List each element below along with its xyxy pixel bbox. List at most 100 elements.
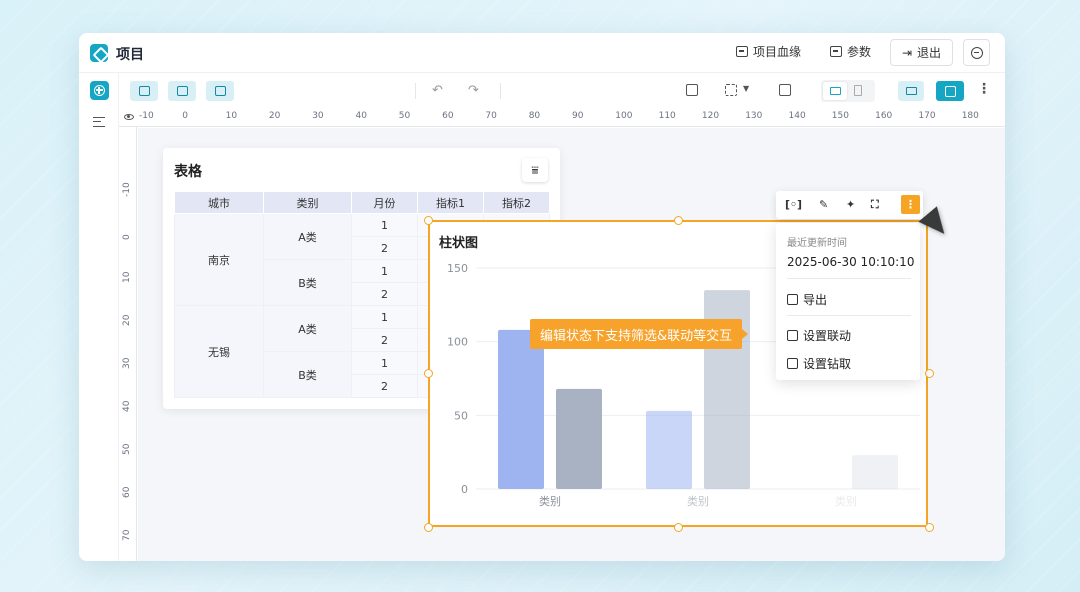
bar[interactable] <box>646 410 692 489</box>
menu-divider <box>787 278 911 279</box>
ruler-tick-label: -10 <box>122 182 132 197</box>
y-tick-label: 50 <box>454 409 468 422</box>
query-component-button[interactable] <box>206 81 234 101</box>
fit-screen-icon[interactable] <box>725 84 737 96</box>
column-header[interactable]: 城市 <box>174 191 264 214</box>
ruler-tick-label: 0 <box>182 111 189 121</box>
resize-handle[interactable] <box>925 523 934 532</box>
ruler-tick-label: 0 <box>122 234 132 240</box>
filter-component-button[interactable] <box>168 81 196 101</box>
month-cell: 2 <box>351 236 418 260</box>
ruler-tick-label: 160 <box>875 111 893 121</box>
month-cell: 1 <box>351 351 418 375</box>
minimize-button[interactable] <box>963 39 990 66</box>
ruler-tick-label: 30 <box>122 357 132 369</box>
ruler-tick-label: 20 <box>268 111 281 121</box>
edit-pen-icon[interactable]: ✎ <box>819 198 828 211</box>
image-icon[interactable] <box>686 84 698 96</box>
table-title: 表格 <box>174 164 202 180</box>
x-tick-label: 类别 <box>835 494 857 508</box>
redo-icon[interactable]: ↷ <box>468 83 479 98</box>
last-update-label: 最近更新时间 <box>787 238 847 249</box>
bar[interactable] <box>556 388 602 489</box>
month-cell: 1 <box>351 305 418 329</box>
ruler-tick-label: 40 <box>355 111 367 121</box>
resize-handle[interactable] <box>674 216 683 225</box>
resize-handle[interactable] <box>424 216 433 225</box>
ruler-tick-label: 60 <box>122 486 132 498</box>
ruler-tick-label: 70 <box>122 529 132 541</box>
undo-icon[interactable]: ↶ <box>432 83 443 98</box>
exit-button[interactable]: ⇥ 退出 <box>890 39 953 66</box>
bar[interactable] <box>852 455 898 489</box>
more-icon[interactable]: ⋮ <box>901 195 920 214</box>
resize-handle[interactable] <box>674 523 683 532</box>
page-title: 项目 <box>116 47 144 63</box>
eye-icon[interactable] <box>124 114 134 120</box>
params-button[interactable]: 参数 <box>830 43 871 60</box>
column-header[interactable]: 月份 <box>351 191 418 214</box>
resize-handle[interactable] <box>424 523 433 532</box>
ruler-tick-label: 130 <box>745 111 763 121</box>
column-header[interactable]: 类别 <box>263 191 352 214</box>
device-switch <box>821 80 875 102</box>
lineage-icon <box>736 46 748 57</box>
x-tick-label: 类别 <box>687 494 709 508</box>
save-icon <box>944 85 956 97</box>
ruler-tick-label: 60 <box>442 111 454 121</box>
layers-icon[interactable] <box>93 117 105 127</box>
last-update-time: 2025-06-30 10:10:10 <box>787 255 915 269</box>
menu-item-linkage[interactable]: 设置联动 <box>787 327 851 344</box>
category-cell: B类 <box>263 351 352 398</box>
project-lineage-button[interactable]: 项目血缘 <box>736 43 801 60</box>
fullscreen-icon[interactable]: ⛶ <box>871 198 879 212</box>
table-filter-button[interactable]: ⩸ <box>522 158 548 182</box>
x-tick-label: 类别 <box>539 494 561 508</box>
exit-label: 退出 <box>917 46 942 60</box>
ruler-tick-label: 50 <box>122 443 132 455</box>
ruler-tick-label: 140 <box>788 111 806 121</box>
menu-item-drill[interactable]: 设置钻取 <box>787 355 851 372</box>
ruler-tick-label: 70 <box>485 111 497 121</box>
ruler-tick-label: 150 <box>831 111 849 121</box>
category-cell: B类 <box>263 259 352 306</box>
month-cell: 1 <box>351 213 418 237</box>
bracket-icon[interactable]: [◦] <box>785 198 802 211</box>
resize-handle[interactable] <box>925 369 934 378</box>
query-component-icon <box>214 86 226 96</box>
drill-icon <box>787 358 798 369</box>
add-component-button[interactable] <box>130 81 158 101</box>
filter-component-icon <box>176 86 188 96</box>
ruler-tick-label: 110 <box>658 111 676 121</box>
save-button[interactable] <box>936 81 964 101</box>
city-cell: 南京 <box>174 213 264 306</box>
menu-item-export[interactable]: 导出 <box>787 291 827 308</box>
chevron-down-icon[interactable]: ▼ <box>743 84 749 93</box>
y-tick-label: 150 <box>447 262 468 275</box>
filter-icon: ⩸ <box>531 162 539 177</box>
project-logo-icon <box>90 44 108 62</box>
ruler-tick-label: 90 <box>572 111 584 121</box>
column-header[interactable]: 指标1 <box>417 191 484 214</box>
add-button[interactable] <box>90 81 109 100</box>
more-icon[interactable]: ⋮ <box>977 81 991 97</box>
category-cell: A类 <box>263 213 352 260</box>
preview-button[interactable] <box>898 81 924 101</box>
sparkle-icon[interactable]: ✦ <box>846 198 855 211</box>
desktop-view-button[interactable] <box>823 82 847 100</box>
column-header[interactable]: 指标2 <box>483 191 550 214</box>
ruler-tick-label: 40 <box>122 400 132 412</box>
city-cell: 无锡 <box>174 305 264 398</box>
bar[interactable] <box>498 329 544 489</box>
component-floating-toolbar: [◦] ✎ ✦ ⛶ ⋮ <box>776 191 923 219</box>
export-icon <box>787 294 798 305</box>
drill-label: 设置钻取 <box>803 357 852 371</box>
layout-icon[interactable] <box>779 84 791 96</box>
export-label: 导出 <box>803 293 828 307</box>
y-tick-label: 100 <box>447 336 468 349</box>
ruler-tick-label: 100 <box>615 111 633 121</box>
minus-circle-icon <box>970 46 983 59</box>
mobile-icon[interactable] <box>854 85 862 96</box>
app-window: 项目 项目血缘 参数 ⇥ 退出 ↶ ↷ ▼ ⋮ -10 0 10 20 30 4… <box>79 33 1005 561</box>
resize-handle[interactable] <box>424 369 433 378</box>
